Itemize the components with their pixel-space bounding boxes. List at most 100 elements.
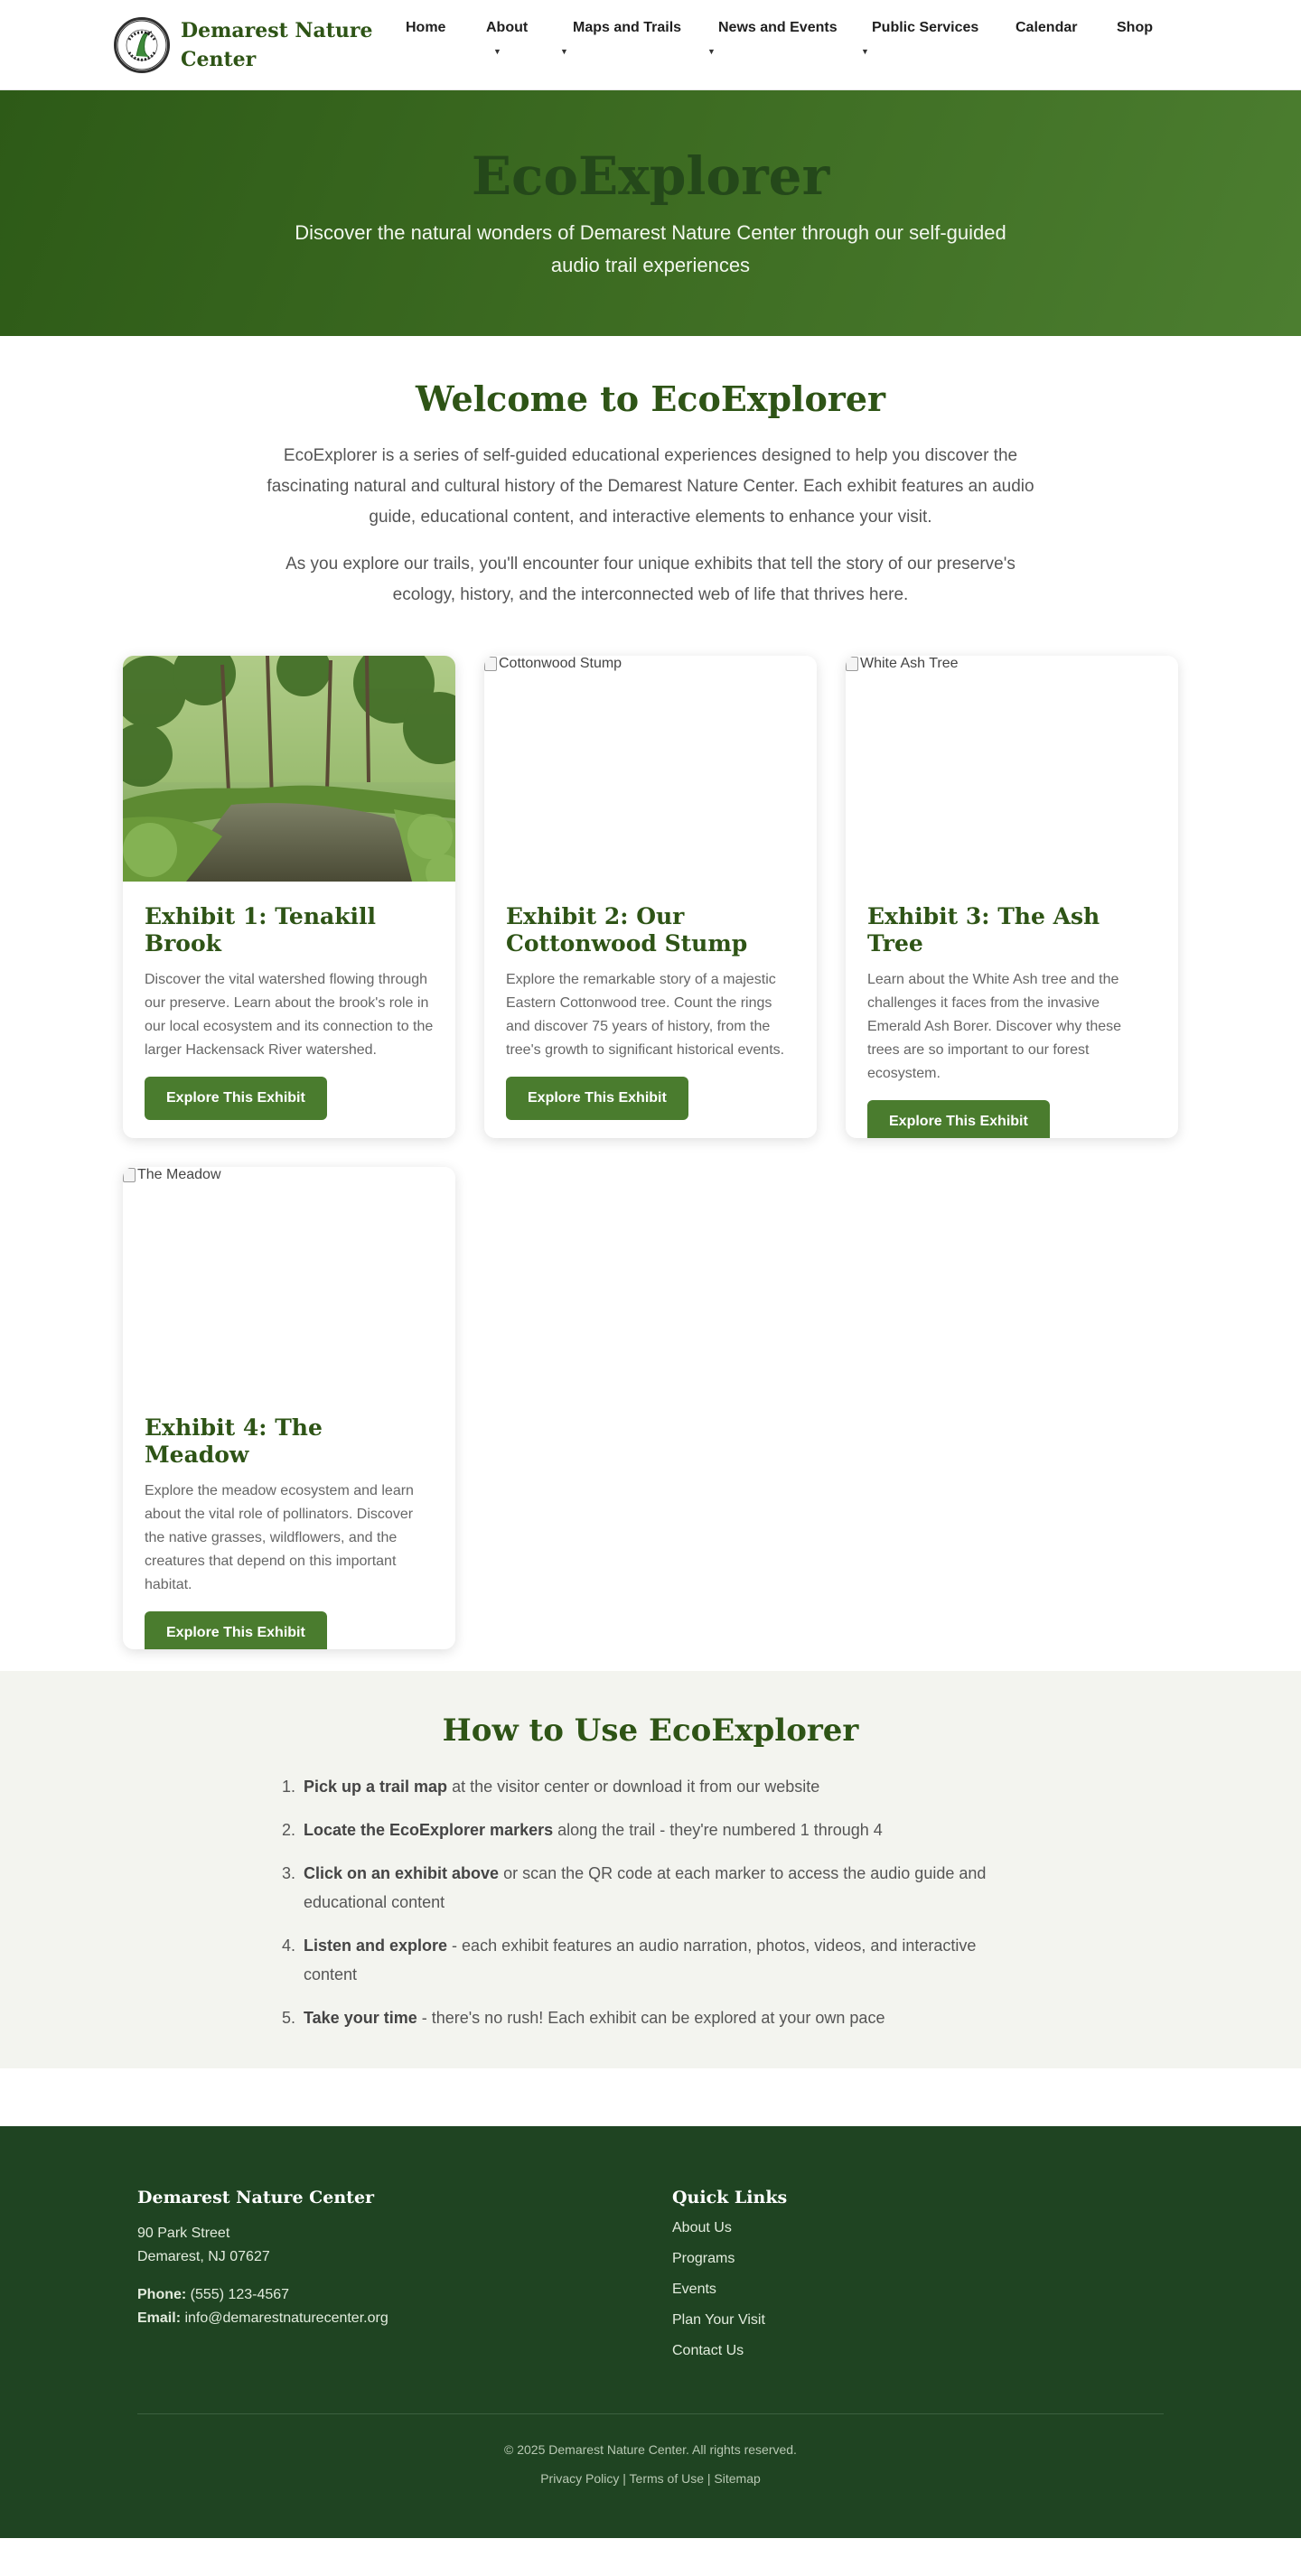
card-body: Exhibit 2: Our Cottonwood Stump Explore … <box>484 882 817 1138</box>
intro-paragraph: EcoExplorer is a series of self-guided e… <box>267 446 1034 527</box>
address-line: 90 Park Street <box>137 2226 230 2241</box>
image-alt-text: Cottonwood Stump <box>499 656 622 671</box>
step-text: - there's no rush! Each exhibit can be e… <box>417 2009 885 2027</box>
card-body: Exhibit 3: The Ash Tree Learn about the … <box>846 882 1178 1138</box>
exhibit-title: Exhibit 2: Our Cottonwood Stump <box>506 903 748 957</box>
explore-exhibit-button[interactable]: Explore This Exhibit <box>867 1100 1050 1138</box>
heron-logo-icon <box>117 20 167 70</box>
card-body: Exhibit 1: Tenakill Brook Discover the v… <box>123 882 455 1138</box>
how-to-step: Locate the EcoExplorer markers along the… <box>300 1815 1021 1844</box>
exhibit-title: Exhibit 1: Tenakill Brook <box>145 903 377 957</box>
footer-link-about-us[interactable]: About Us <box>672 2217 1034 2240</box>
nav-item-news-and-events[interactable]: News and Events ▼ <box>707 20 838 56</box>
how-to-step: Listen and explore - each exhibit featur… <box>300 1931 1021 1989</box>
nav-item-calendar[interactable]: Calendar <box>1016 20 1077 36</box>
site-footer: Demarest Nature Center 90 Park Street De… <box>0 2126 1301 2538</box>
hero-banner: EcoExplorer Discover the natural wonders… <box>0 90 1301 336</box>
exhibit-description: Discover the vital watershed flowing thr… <box>145 972 434 1058</box>
main-nav: Home About ▼ Maps and Trails ▼ News and Ev… <box>379 20 1301 74</box>
exhibit-image[interactable]: The Meadow <box>123 1167 455 1393</box>
nav-item-shop[interactable]: Shop <box>1117 20 1153 36</box>
explore-exhibit-button[interactable]: Explore This Exhibit <box>506 1077 688 1120</box>
logo[interactable] <box>114 17 170 73</box>
nav-label: Shop <box>1117 20 1153 35</box>
exhibit-image[interactable]: Cottonwood Stump <box>484 656 817 882</box>
chevron-down-icon: ▼ <box>707 47 716 56</box>
forest-brook-photo <box>123 656 455 891</box>
how-to-heading: How to Use EcoExplorer <box>442 1713 859 1749</box>
footer-divider <box>137 2413 1164 2414</box>
exhibit-cards: Exhibit 1: Tenakill Brook Discover the v… <box>0 611 1301 1671</box>
broken-image-icon <box>123 1168 136 1182</box>
footer-link-programs[interactable]: Programs <box>672 2247 1034 2271</box>
exhibit-card-tenakill-brook[interactable]: Exhibit 1: Tenakill Brook Discover the v… <box>123 656 455 1138</box>
site-name[interactable]: Demarest Nature Center <box>181 16 379 74</box>
sitemap-link[interactable]: Sitemap <box>714 2471 760 2486</box>
footer-org-heading: Demarest Nature Center <box>137 2188 375 2207</box>
how-to-steps: Pick up a trail map at the visitor cente… <box>280 1772 1021 2032</box>
exhibit-image[interactable] <box>123 656 455 891</box>
how-to-step: Pick up a trail map at the visitor cente… <box>300 1772 1021 1801</box>
card-body: Exhibit 4: The Meadow Explore the meadow… <box>123 1393 455 1649</box>
nav-item-maps-and-trails[interactable]: Maps and Trails ▼ <box>560 20 682 56</box>
nav-label: Calendar <box>1016 20 1078 35</box>
step-emphasis: Pick up a trail map <box>304 1778 448 1796</box>
footer-link-events[interactable]: Events <box>672 2278 1034 2301</box>
nav-item-public-services[interactable]: Public Services ▼ <box>861 20 979 56</box>
how-to-step: Take your time - there's no rush! Each e… <box>300 2003 1021 2032</box>
intro-paragraph: As you explore our trails, you'll encoun… <box>285 555 1016 604</box>
quick-links-heading: Quick Links <box>672 2188 788 2207</box>
footer-link-contact-us[interactable]: Contact Us <box>672 2339 1034 2363</box>
nav-label: Home <box>406 20 446 35</box>
email-label: Email: <box>137 2310 182 2326</box>
phone-value[interactable]: (555) 123-4567 <box>186 2287 289 2302</box>
step-emphasis: Listen and explore <box>304 1937 448 1955</box>
brand[interactable]: Demarest Nature Center <box>114 16 379 74</box>
site-header: Demarest Nature Center Home About ▼ Maps … <box>0 0 1301 90</box>
hero-subtitle: Discover the natural wonders of Demarest… <box>295 221 1006 276</box>
footer-link-plan-your-visit[interactable]: Plan Your Visit <box>672 2309 1034 2332</box>
nav-item-home[interactable]: Home <box>406 20 445 36</box>
exhibit-title: Exhibit 3: The Ash Tree <box>867 903 1100 957</box>
legal-links: Privacy Policy | Terms of Use | Sitemap <box>0 2471 1301 2486</box>
step-emphasis: Click on an exhibit above <box>304 1864 500 1882</box>
intro-section: Welcome to EcoExplorer EcoExplorer is a … <box>0 336 1301 611</box>
exhibit-card-ash-tree[interactable]: White Ash Tree Exhibit 3: The Ash Tree L… <box>846 656 1178 1138</box>
image-alt-text: White Ash Tree <box>860 656 959 671</box>
chevron-down-icon: ▼ <box>493 47 501 56</box>
separator: | <box>704 2471 715 2486</box>
exhibit-description: Explore the meadow ecosystem and learn a… <box>145 1483 414 1592</box>
step-emphasis: Take your time <box>304 2009 417 2027</box>
chevron-down-icon: ▼ <box>861 47 869 56</box>
step-emphasis: Locate the EcoExplorer markers <box>304 1821 554 1839</box>
phone-line: Phone: (555) 123-4567 <box>137 2283 499 2307</box>
intro-heading: Welcome to EcoExplorer <box>415 378 886 419</box>
address-line: Demarest, NJ 07627 <box>137 2249 270 2264</box>
broken-image-placeholder: White Ash Tree <box>846 656 959 672</box>
exhibit-description: Explore the remarkable story of a majest… <box>506 972 785 1058</box>
step-text: along the trail - they're numbered 1 thr… <box>553 1821 883 1839</box>
exhibit-card-cottonwood-stump[interactable]: Cottonwood Stump Exhibit 2: Our Cottonwo… <box>484 656 817 1138</box>
nav-label: Public Services <box>872 20 979 35</box>
email-line: Email: info@demarestnaturecenter.org <box>137 2307 499 2330</box>
exhibit-title: Exhibit 4: The Meadow <box>145 1414 323 1468</box>
broken-image-icon <box>846 657 858 671</box>
explore-exhibit-button[interactable]: Explore This Exhibit <box>145 1077 327 1120</box>
email-value[interactable]: info@demarestnaturecenter.org <box>181 2310 388 2326</box>
broken-image-placeholder: Cottonwood Stump <box>484 656 622 672</box>
nav-label: Maps and Trails <box>573 20 682 35</box>
chevron-down-icon: ▼ <box>560 47 568 56</box>
copyright: © 2025 Demarest Nature Center. All right… <box>504 2442 797 2457</box>
phone-label: Phone: <box>137 2287 187 2302</box>
exhibit-image[interactable]: White Ash Tree <box>846 656 1178 882</box>
step-text: at the visitor center or download it fro… <box>447 1778 820 1796</box>
broken-image-placeholder: The Meadow <box>123 1167 221 1183</box>
explore-exhibit-button[interactable]: Explore This Exhibit <box>145 1611 327 1649</box>
privacy-policy-link[interactable]: Privacy Policy <box>540 2471 619 2486</box>
exhibit-card-meadow[interactable]: The Meadow Exhibit 4: The Meadow Explore… <box>123 1167 455 1649</box>
separator: | <box>619 2471 630 2486</box>
terms-of-use-link[interactable]: Terms of Use <box>630 2471 704 2486</box>
nav-item-about[interactable]: About ▼ <box>486 20 529 56</box>
nav-label: About <box>486 20 529 35</box>
